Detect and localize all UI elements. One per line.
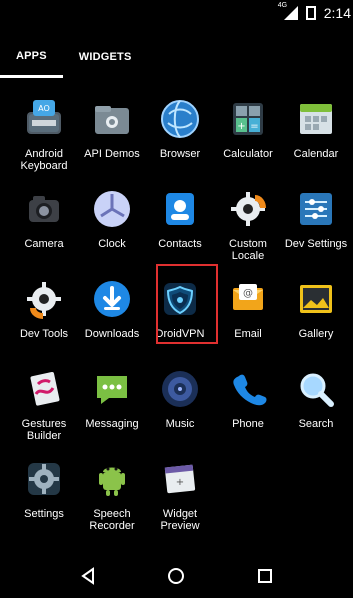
clock-icon <box>91 188 133 230</box>
app-calendar[interactable]: Calendar <box>282 96 350 178</box>
widget-preview-icon: + <box>159 458 201 500</box>
email-icon: @ <box>227 278 269 320</box>
tab-bar: APPS WIDGETS <box>0 36 353 78</box>
app-label: Email <box>234 328 262 340</box>
app-downloads[interactable]: Downloads <box>78 276 146 358</box>
app-label: Settings <box>24 508 64 520</box>
app-email[interactable]: @ Email <box>214 276 282 358</box>
app-label: Downloads <box>84 328 140 340</box>
app-label: Calculator <box>223 148 273 160</box>
app-music[interactable]: Music <box>146 366 214 448</box>
app-browser[interactable]: Browser <box>146 96 214 178</box>
search-icon <box>295 368 337 410</box>
app-label: Music <box>165 418 195 430</box>
globe-icon <box>159 98 201 140</box>
calendar-icon <box>295 98 337 140</box>
svg-text:@: @ <box>243 288 253 299</box>
app-grid: AO Android Keyboard API Demos Browser + … <box>10 96 353 538</box>
app-label: Gestures Builder <box>21 418 67 442</box>
app-label: Android Keyboard <box>20 148 68 172</box>
home-icon <box>168 568 185 584</box>
app-label: Phone <box>232 418 264 430</box>
app-clock[interactable]: Clock <box>78 186 146 268</box>
tab-widgets-label: WIDGETS <box>78 51 132 63</box>
app-label: Calendar <box>293 148 339 160</box>
app-label: API Demos <box>84 148 140 160</box>
app-camera[interactable]: Camera <box>10 186 78 268</box>
app-api-demos[interactable]: API Demos <box>78 96 146 178</box>
svg-text:AO: AO <box>38 104 50 113</box>
app-label: Camera <box>24 238 64 250</box>
app-android-keyboard[interactable]: AO Android Keyboard <box>10 96 78 178</box>
app-label: Gallery <box>298 328 334 340</box>
app-phone[interactable]: Phone <box>214 366 282 448</box>
tab-apps[interactable]: APPS <box>0 36 63 78</box>
messaging-icon <box>91 368 133 410</box>
app-contacts[interactable]: Contacts <box>146 186 214 268</box>
app-label: Messaging <box>85 418 139 430</box>
app-speech-recorder[interactable]: Speech Recorder <box>78 456 146 538</box>
shield-icon <box>159 278 201 320</box>
app-label: Dev Settings <box>284 238 348 250</box>
app-label: Search <box>298 418 334 430</box>
app-label: DroidVPN <box>155 328 205 340</box>
back-button[interactable] <box>77 565 99 587</box>
contacts-icon <box>159 188 201 230</box>
gestures-icon <box>23 368 65 410</box>
app-calculator[interactable]: + = Calculator <box>214 96 282 178</box>
keyboard-icon: AO <box>23 98 65 140</box>
app-dev-settings[interactable]: Dev Settings <box>282 186 350 268</box>
settings-icon <box>23 458 65 500</box>
app-label: Speech Recorder <box>89 508 135 532</box>
home-button[interactable] <box>165 565 187 587</box>
app-label: Browser <box>159 148 201 160</box>
app-label: Dev Tools <box>19 328 69 340</box>
gallery-icon <box>295 278 337 320</box>
gear-icon <box>23 278 65 320</box>
tab-widgets[interactable]: WIDGETS <box>63 36 148 78</box>
status-time: 2:14 <box>323 5 351 21</box>
download-icon <box>91 278 133 320</box>
app-dev-tools[interactable]: Dev Tools <box>10 276 78 358</box>
battery-icon <box>304 6 318 20</box>
settings-folder-icon <box>91 98 133 140</box>
app-label: Custom Locale <box>229 238 267 262</box>
gear-icon <box>227 188 269 230</box>
app-label: Clock <box>98 238 126 250</box>
status-bar: 4G 2:14 <box>0 0 353 26</box>
calculator-icon: + = <box>227 98 269 140</box>
app-search[interactable]: Search <box>282 366 350 448</box>
phone-icon <box>227 368 269 410</box>
signal-icon: 4G <box>278 2 298 20</box>
android-icon <box>91 458 133 500</box>
svg-text:+: + <box>237 121 245 132</box>
app-droidvpn[interactable]: DroidVPN <box>146 276 214 358</box>
app-custom-locale[interactable]: Custom Locale <box>214 186 282 268</box>
svg-text:=: = <box>250 121 258 132</box>
app-messaging[interactable]: Messaging <box>78 366 146 448</box>
app-gestures-builder[interactable]: Gestures Builder <box>10 366 78 448</box>
tab-apps-label: APPS <box>16 49 47 62</box>
app-label: Widget Preview <box>160 508 200 532</box>
back-icon <box>81 567 95 585</box>
app-widget-preview[interactable]: + Widget Preview <box>146 456 214 538</box>
network-type: 4G <box>277 2 288 9</box>
navigation-bar <box>0 554 353 598</box>
app-settings[interactable]: Settings <box>10 456 78 538</box>
recents-icon <box>257 569 272 583</box>
camera-icon <box>23 188 65 230</box>
music-icon <box>159 368 201 410</box>
svg-text:+: + <box>176 477 184 488</box>
sliders-icon <box>295 188 337 230</box>
app-label: Contacts <box>158 238 202 250</box>
recents-button[interactable] <box>254 565 276 587</box>
app-gallery[interactable]: Gallery <box>282 276 350 358</box>
